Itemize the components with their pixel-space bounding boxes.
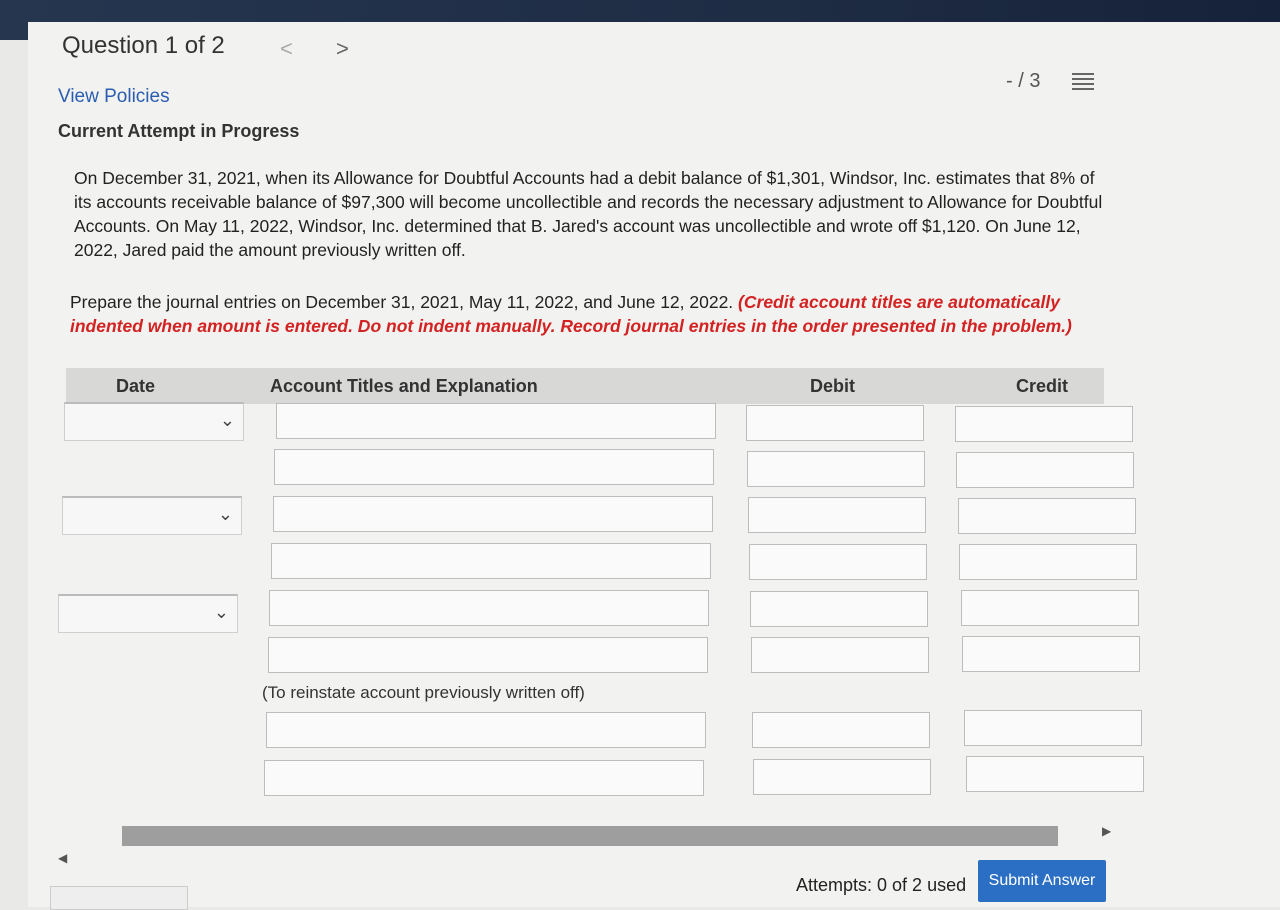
account-input-2[interactable]: [274, 449, 714, 485]
credit-input-8[interactable]: [966, 756, 1144, 792]
reinstate-note: (To reinstate account previously written…: [262, 683, 585, 702]
credit-input-1[interactable]: [955, 406, 1133, 442]
attempts-counter: Attempts: 0 of 2 used: [796, 875, 967, 895]
debit-input-3[interactable]: [748, 497, 926, 533]
date-select-2[interactable]: ⌄: [62, 496, 242, 535]
view-policies-link[interactable]: View Policies: [58, 86, 170, 108]
list-icon[interactable]: [1072, 70, 1094, 90]
score-display: - / 3: [1006, 70, 1041, 92]
scrollbar-thumb[interactable]: [122, 826, 1058, 846]
account-input-4[interactable]: [271, 543, 711, 579]
horizontal-scrollbar[interactable]: [122, 826, 1058, 846]
account-input-8[interactable]: [264, 760, 704, 796]
header-credit: Credit: [1016, 376, 1069, 396]
chevron-down-icon: ⌄: [213, 602, 229, 622]
question-label: Question 1 of 2: [62, 32, 225, 59]
debit-input-2[interactable]: [747, 451, 925, 487]
debit-input-7[interactable]: [752, 712, 930, 748]
debit-input-8[interactable]: [753, 759, 931, 795]
scroll-right-arrow-icon[interactable]: ▶: [1102, 824, 1111, 838]
secondary-button[interactable]: [50, 886, 188, 910]
credit-input-3[interactable]: [958, 498, 1136, 534]
debit-input-6[interactable]: [751, 637, 929, 673]
instructions-text: Prepare the journal entries on December …: [70, 292, 734, 312]
chevron-right-icon[interactable]: >: [336, 36, 349, 62]
credit-input-2[interactable]: [956, 452, 1134, 488]
header-account: Account Titles and Explanation: [270, 376, 538, 396]
chevron-down-icon: ⌄: [219, 410, 235, 430]
account-input-6[interactable]: [268, 637, 708, 673]
problem-text: On December 31, 2021, when its Allowance…: [74, 168, 1103, 260]
account-input-5[interactable]: [269, 590, 709, 626]
header-debit: Debit: [810, 376, 855, 396]
account-input-3[interactable]: [273, 496, 713, 532]
credit-input-4[interactable]: [959, 544, 1137, 580]
scroll-left-arrow-icon[interactable]: ◀: [58, 851, 67, 865]
chevron-left-icon[interactable]: <: [280, 36, 293, 62]
table-header: Date Account Titles and Explanation Debi…: [66, 368, 1104, 404]
credit-input-6[interactable]: [962, 636, 1140, 672]
date-select-3[interactable]: ⌄: [58, 594, 238, 633]
debit-input-5[interactable]: [750, 591, 928, 627]
header-date: Date: [116, 376, 156, 396]
attempt-status: Current Attempt in Progress: [58, 121, 300, 141]
credit-input-7[interactable]: [964, 710, 1142, 746]
account-input-1[interactable]: [276, 403, 716, 439]
chevron-down-icon: ⌄: [217, 504, 233, 524]
debit-input-1[interactable]: [746, 405, 924, 441]
submit-answer-button[interactable]: Submit Answer: [978, 860, 1106, 902]
instructions: Prepare the journal entries on December …: [70, 290, 1110, 338]
credit-input-5[interactable]: [961, 590, 1139, 626]
date-select-1[interactable]: ⌄: [64, 402, 244, 441]
account-input-7[interactable]: [266, 712, 706, 748]
debit-input-4[interactable]: [749, 544, 927, 580]
